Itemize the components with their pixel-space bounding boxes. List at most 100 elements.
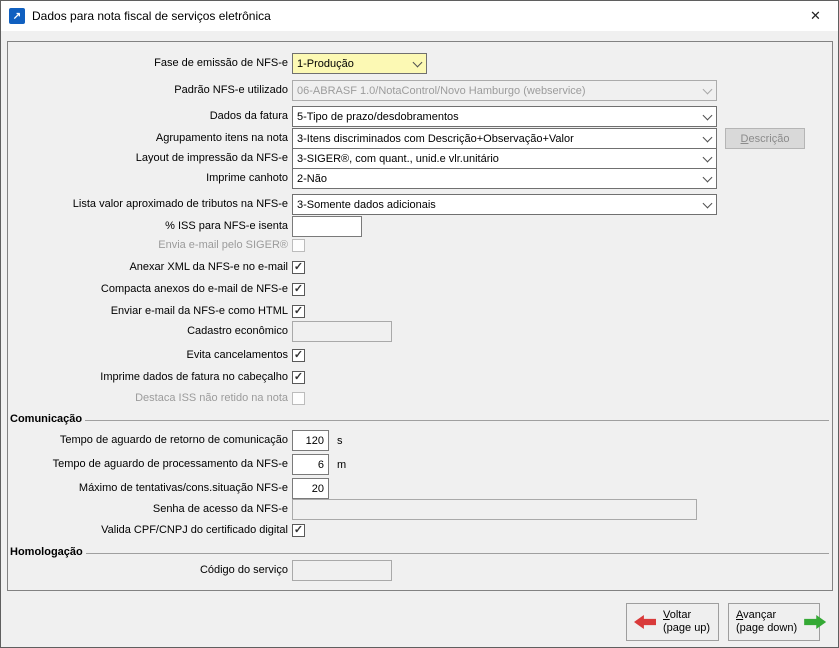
dados-da-fatura-label: Dados da fatura	[209, 110, 288, 122]
form-row: % ISS para NFS-e isenta	[8, 216, 832, 237]
chevron-down-icon	[698, 195, 716, 214]
unit-suffix: m	[337, 458, 347, 471]
form-row: Senha de acesso da NFS-e	[8, 499, 832, 520]
chevron-down-icon	[698, 149, 716, 168]
section-title: Homologação	[10, 546, 83, 558]
envia-e-mail-pelo-siger-label: Envia e-mail pelo SIGER®	[158, 239, 288, 251]
tempo-de-aguardo-de-processamento-da-nfs-e-input[interactable]: 6	[292, 454, 329, 475]
evita-cancelamentos-checkbox[interactable]: ✓	[292, 349, 305, 362]
lista-valor-aproximado-de-tributos-na-nfs-e-combobox[interactable]: 3-Somente dados adicionais	[292, 194, 717, 215]
iss-para-nfs-e-isenta-input[interactable]	[292, 216, 362, 237]
valida-cpf-cnpj-do-certificado-digital-checkbox[interactable]: ✓	[292, 524, 305, 537]
chevron-down-icon	[698, 169, 716, 188]
chevron-down-icon	[698, 129, 716, 148]
combobox-value: 3-Itens discriminados com Descrição+Obse…	[297, 132, 574, 145]
avancar-sublabel: (page down)	[736, 622, 798, 634]
form-row: Agrupamento itens na nota 3-Itens discrim…	[8, 128, 832, 149]
section-divider	[85, 419, 829, 421]
cadastro-econ-mico-label: Cadastro econômico	[187, 325, 288, 337]
evita-cancelamentos-label: Evita cancelamentos	[186, 349, 289, 361]
compacta-anexos-do-e-mail-de-nfs-e-checkbox[interactable]: ✓	[292, 283, 305, 296]
layout-de-impress-o-da-nfs-e-combobox[interactable]: 3-SIGER®, com quant., unid.e vlr.unitári…	[292, 148, 717, 169]
form-panel: Fase de emissão de NFS-e 1-Produção Padrão…	[7, 41, 833, 591]
compacta-anexos-do-e-mail-de-nfs-e-label: Compacta anexos do e-mail de NFS-e	[100, 283, 288, 295]
check-icon: ✓	[293, 260, 304, 273]
imprime-dados-de-fatura-no-cabe-alho-checkbox[interactable]: ✓	[292, 371, 305, 384]
voltar-button[interactable]: Voltar (page up)	[626, 603, 719, 641]
m-ximo-de-tentativas-cons-situa-o-nfs-e-label: Máximo de tentativas/cons.situação NFS-e	[78, 482, 288, 494]
dados-da-fatura-combobox[interactable]: 5-Tipo de prazo/desdobramentos	[292, 106, 717, 127]
combobox-value: 3-Somente dados adicionais	[297, 198, 436, 211]
form-row: Envia e-mail pelo SIGER®	[8, 238, 832, 253]
tempo-de-aguardo-de-processamento-da-nfs-e-label: Tempo de aguardo de processamento da NFS…	[52, 458, 288, 470]
descri-o-button: Descrição	[725, 128, 805, 149]
enviar-e-mail-da-nfs-e-como-html-label: Enviar e-mail da NFS-e como HTML	[110, 305, 288, 317]
agrupamento-itens-na-nota-combobox[interactable]: 3-Itens discriminados com Descrição+Obse…	[292, 128, 717, 149]
combobox-value: 1-Produção	[297, 57, 354, 70]
form-row: Dados da fatura 5-Tipo de prazo/desdobram…	[8, 106, 832, 127]
c-digo-do-servi-o-input	[292, 560, 392, 581]
form-row: Cadastro econômico	[8, 321, 832, 342]
form-row: Imprime dados de fatura no cabeçalho ✓	[8, 370, 832, 385]
form-row: Máximo de tentativas/cons.situação NFS-e…	[8, 478, 832, 499]
form-row: Imprime canhoto 2-Não	[8, 168, 832, 189]
chevron-down-icon	[698, 81, 716, 100]
avancar-button[interactable]: Avançar (page down)	[728, 603, 827, 641]
app-icon: ↗	[9, 8, 25, 24]
form-row: Fase de emissão de NFS-e 1-Produção	[8, 53, 832, 74]
close-icon[interactable]: ✕	[793, 2, 838, 31]
senha-de-acesso-da-nfs-e-label: Senha de acesso da NFS-e	[152, 503, 288, 515]
check-icon: ✓	[293, 304, 304, 317]
senha-de-acesso-da-nfs-e-input	[292, 499, 697, 520]
form-row: Anexar XML da NFS-e no e-mail ✓	[8, 260, 832, 275]
anexar-xml-da-nfs-e-no-e-mail-checkbox[interactable]: ✓	[292, 261, 305, 274]
form-row: Evita cancelamentos ✓	[8, 348, 832, 363]
iss-para-nfs-e-isenta-label: % ISS para NFS-e isenta	[165, 220, 288, 232]
form-row: Padrão NFS-e utilizado 06-ABRASF 1.0/Nota…	[8, 80, 832, 101]
m-ximo-de-tentativas-cons-situa-o-nfs-e-input[interactable]: 20	[292, 478, 329, 499]
form-row: Enviar e-mail da NFS-e como HTML ✓	[8, 304, 832, 319]
form-row: Compacta anexos do e-mail de NFS-e ✓	[8, 282, 832, 297]
section-divider	[85, 552, 829, 554]
check-icon: ✓	[293, 282, 304, 295]
c-digo-do-servi-o-label: Código do serviço	[199, 564, 288, 576]
valida-cpf-cnpj-do-certificado-digital-label: Valida CPF/CNPJ do certificado digital	[101, 524, 288, 536]
form-row: Valida CPF/CNPJ do certificado digital ✓	[8, 523, 832, 538]
imprime-canhoto-combobox[interactable]: 2-Não	[292, 168, 717, 189]
form-row: Tempo de aguardo de processamento da NFS…	[8, 454, 832, 475]
section-title: Comunicação	[10, 413, 83, 425]
combobox-value: 5-Tipo de prazo/desdobramentos	[297, 110, 459, 123]
fase-de-emiss-o-de-nfs-e-combobox[interactable]: 1-Produção	[292, 53, 427, 74]
tempo-de-aguardo-de-retorno-de-comunica-o-input[interactable]: 120	[292, 430, 329, 451]
dialog-window: ↗ Dados para nota fiscal de serviços ele…	[0, 0, 839, 648]
fase-de-emiss-o-de-nfs-e-label: Fase de emissão de NFS-e	[154, 57, 288, 69]
form-row: Destaca ISS não retido na nota	[8, 391, 832, 406]
lista-valor-aproximado-de-tributos-na-nfs-e-label: Lista valor aproximado de tributos na NF…	[72, 198, 288, 210]
combobox-value: 2-Não	[297, 172, 327, 185]
destaca-iss-n-o-retido-na-nota-checkbox	[292, 392, 305, 405]
chevron-down-icon	[408, 54, 426, 73]
unit-suffix: s	[337, 434, 343, 447]
chevron-down-icon	[698, 107, 716, 126]
enviar-e-mail-da-nfs-e-como-html-checkbox[interactable]: ✓	[292, 305, 305, 318]
imprime-dados-de-fatura-no-cabe-alho-label: Imprime dados de fatura no cabeçalho	[100, 371, 288, 383]
check-icon: ✓	[293, 370, 304, 383]
voltar-label: Voltar	[663, 609, 692, 621]
window-title: Dados para nota fiscal de serviços eletr…	[32, 9, 271, 23]
padr-o-nfs-e-utilizado-combobox: 06-ABRASF 1.0/NotaControl/Novo Hamburgo …	[292, 80, 717, 101]
padr-o-nfs-e-utilizado-label: Padrão NFS-e utilizado	[174, 84, 288, 96]
form-row: Tempo de aguardo de retorno de comunicaç…	[8, 430, 832, 451]
cadastro-econ-mico-input	[292, 321, 392, 342]
section-comunicacao: Comunicação	[10, 412, 829, 426]
tempo-de-aguardo-de-retorno-de-comunica-o-label: Tempo de aguardo de retorno de comunicaç…	[59, 434, 288, 446]
form-row: Lista valor aproximado de tributos na NF…	[8, 194, 832, 215]
combobox-value: 06-ABRASF 1.0/NotaControl/Novo Hamburgo …	[297, 84, 586, 97]
check-icon: ✓	[293, 523, 304, 536]
titlebar[interactable]: ↗ Dados para nota fiscal de serviços ele…	[1, 1, 838, 31]
envia-e-mail-pelo-siger-checkbox	[292, 239, 305, 252]
form-row: Layout de impressão da NFS-e 3-SIGER®, co…	[8, 148, 832, 169]
agrupamento-itens-na-nota-label: Agrupamento itens na nota	[155, 132, 288, 144]
imprime-canhoto-label: Imprime canhoto	[206, 172, 288, 184]
check-icon: ✓	[293, 348, 304, 361]
combobox-value: 3-SIGER®, com quant., unid.e vlr.unitári…	[297, 152, 499, 165]
